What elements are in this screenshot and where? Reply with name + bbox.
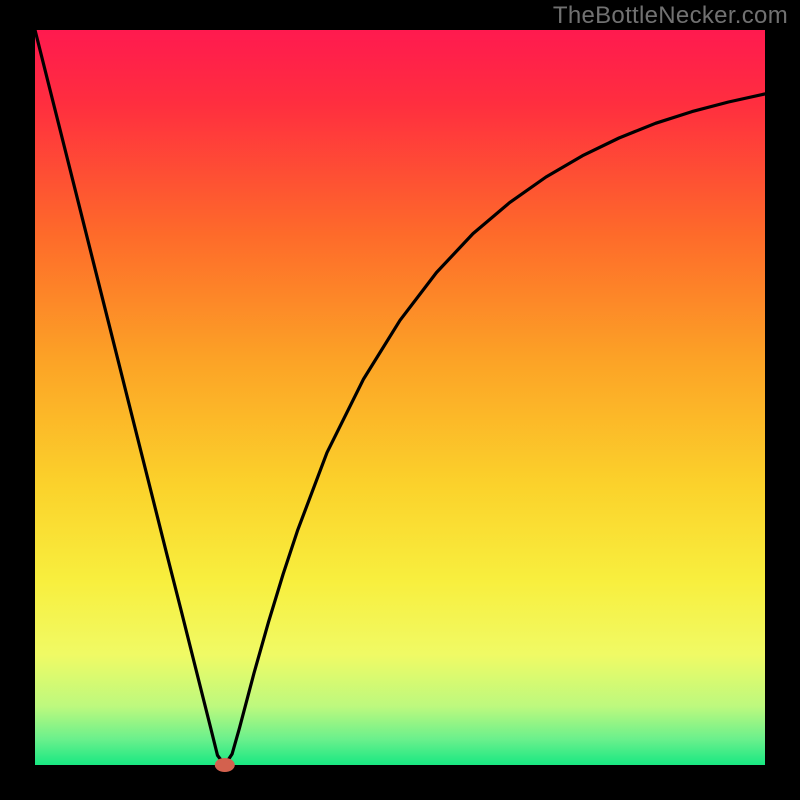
optimal-point-marker bbox=[215, 758, 235, 772]
chart-canvas bbox=[0, 0, 800, 800]
watermark-link[interactable]: TheBottleNecker.com bbox=[553, 2, 788, 30]
chart-frame: TheBottleNecker.com bbox=[0, 0, 800, 800]
plot-background bbox=[35, 30, 765, 765]
